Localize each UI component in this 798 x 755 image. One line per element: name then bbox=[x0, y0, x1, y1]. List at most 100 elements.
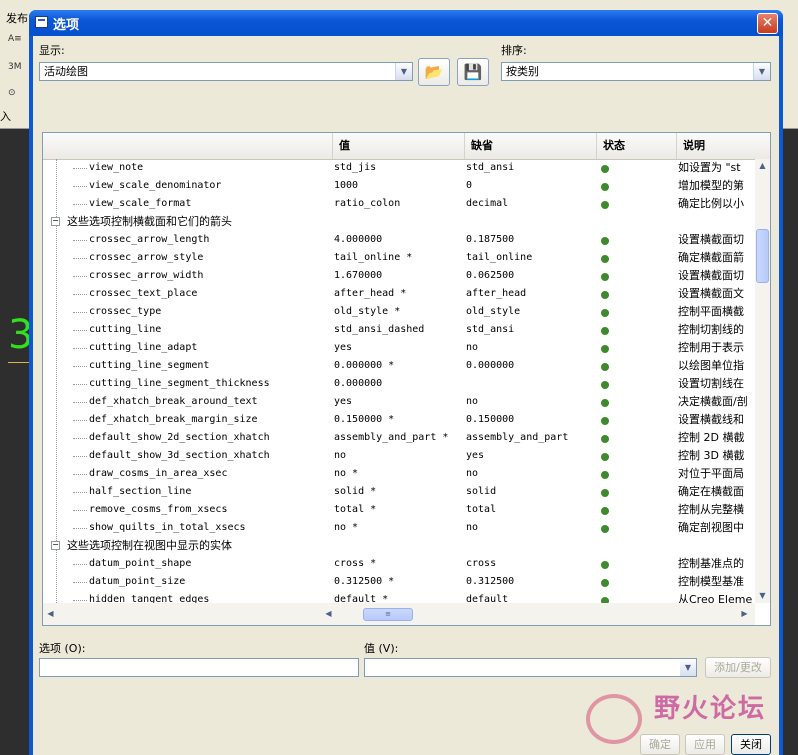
option-value: solid * bbox=[334, 486, 377, 497]
collapse-icon[interactable]: − bbox=[51, 217, 60, 226]
status-dot-icon bbox=[601, 561, 609, 569]
column-header-name[interactable] bbox=[43, 133, 332, 159]
dialog-client: 显示: 活动绘图 ▼ 📂 💾 排序: 按类别 ▼ 值 缺省 状态 说明 view… bbox=[33, 36, 779, 755]
table-row[interactable]: cutting_line_segment_thickness 0.000000 设置… bbox=[43, 375, 755, 393]
tree-branch-line bbox=[73, 348, 87, 349]
option-description: 确定在横截面 bbox=[678, 485, 744, 498]
status-dot-icon bbox=[601, 363, 609, 371]
chevron-down-icon[interactable]: ▼ bbox=[680, 659, 696, 676]
table-row[interactable]: def_xhatch_break_around_text yes no 决定横截面/剖 bbox=[43, 393, 755, 411]
status-dot-icon bbox=[601, 453, 609, 461]
option-description: 以绘图单位指 bbox=[678, 359, 744, 372]
table-group-row[interactable]: − 这些选项控制横截面和它们的箭头 bbox=[43, 213, 755, 231]
vertical-scroll-thumb[interactable] bbox=[756, 229, 769, 283]
tree-branch-line bbox=[73, 438, 87, 439]
table-row[interactable]: datum_point_size 0.312500 * 0.312500 控制模型基准 bbox=[43, 573, 755, 591]
measure-tool-icon[interactable]: 3M bbox=[8, 62, 28, 78]
table-row[interactable]: cutting_line_adapt yes no 控制用于表示 bbox=[43, 339, 755, 357]
column-header-status[interactable]: 状态 bbox=[596, 133, 676, 159]
horizontal-scroll-thumb[interactable]: ≡ bbox=[363, 608, 413, 621]
group-label: 这些选项控制横截面和它们的箭头 bbox=[67, 215, 232, 228]
display-select[interactable]: 活动绘图 ▼ bbox=[39, 62, 413, 81]
option-value: 4.000000 bbox=[334, 234, 383, 245]
column-header-description[interactable]: 说明 bbox=[676, 133, 770, 159]
option-default: no bbox=[466, 396, 479, 407]
table-row[interactable]: view_scale_denominator 1000 0 增加模型的第 bbox=[43, 177, 755, 195]
table-row[interactable]: half_section_line solid * solid 确定在横截面 bbox=[43, 483, 755, 501]
option-value: std_jis bbox=[334, 162, 377, 173]
table-row[interactable]: datum_point_shape cross * cross 控制基准点的 bbox=[43, 555, 755, 573]
chevron-down-icon[interactable]: ▼ bbox=[753, 63, 770, 80]
background-tab-label[interactable]: 发布 bbox=[6, 10, 28, 26]
value-field[interactable]: ▼ bbox=[364, 658, 697, 677]
horizontal-scrollbar[interactable]: ◀ ◀ ≡ ▶ bbox=[43, 603, 755, 625]
table-row[interactable]: crossec_type old_style * old_style 控制平面横截 bbox=[43, 303, 755, 321]
option-default: std_ansi bbox=[466, 162, 515, 173]
chevron-down-icon[interactable]: ▼ bbox=[395, 63, 412, 80]
collapse-icon[interactable]: − bbox=[51, 541, 60, 550]
table-row[interactable]: default_show_2d_section_xhatch assembly_a… bbox=[43, 429, 755, 447]
table-row[interactable]: remove_cosms_from_xsecs total * total 控制从完整… bbox=[43, 501, 755, 519]
table-row[interactable]: def_xhatch_break_margin_size 0.150000 * 0.… bbox=[43, 411, 755, 429]
vertical-scrollbar[interactable]: ▲ ▼ bbox=[755, 159, 770, 603]
option-name: view_scale_denominator bbox=[89, 180, 222, 191]
tree-branch-line bbox=[73, 456, 87, 457]
option-name: half_section_line bbox=[89, 486, 192, 497]
scroll-left-icon[interactable]: ◀ bbox=[321, 607, 336, 621]
dialog-app-icon bbox=[35, 16, 48, 28]
table-row[interactable]: crossec_text_place after_head * after_head… bbox=[43, 285, 755, 303]
option-description: 对位于平面局 bbox=[678, 467, 744, 480]
option-default: 0 bbox=[466, 180, 473, 191]
dialog-titlebar[interactable]: 选项 ✕ bbox=[29, 10, 783, 36]
table-row[interactable]: cutting_line std_ansi_dashed std_ansi 控制切割线… bbox=[43, 321, 755, 339]
save-config-button[interactable]: 💾 bbox=[457, 58, 489, 86]
option-value: no * bbox=[334, 522, 359, 533]
column-header-default[interactable]: 缺省 bbox=[464, 133, 596, 159]
table-row[interactable]: default_show_3d_section_xhatch no yes 控制 3D… bbox=[43, 447, 755, 465]
table-row[interactable]: cutting_line_segment 0.000000 * 0.000000 以绘… bbox=[43, 357, 755, 375]
table-row[interactable]: crossec_arrow_width 1.670000 0.062500 设置横截面… bbox=[43, 267, 755, 285]
option-value: 0.150000 * bbox=[334, 414, 395, 425]
option-default: 0.187500 bbox=[466, 234, 515, 245]
table-row[interactable]: view_scale_format ratio_colon decimal 确定比例以… bbox=[43, 195, 755, 213]
table-row[interactable]: view_note std_jis std_ansi 如设置为 "st bbox=[43, 159, 755, 177]
option-description: 从Creo Eleme bbox=[678, 593, 753, 603]
sort-select[interactable]: 按类别 ▼ bbox=[501, 62, 771, 81]
annotation-tool-icon[interactable]: ⊙ bbox=[8, 88, 28, 104]
option-default: solid bbox=[466, 486, 497, 497]
tree-branch-line bbox=[73, 384, 87, 385]
option-name: crossec_arrow_style bbox=[89, 252, 204, 263]
table-row[interactable]: crossec_arrow_style tail_online * tail_onl… bbox=[43, 249, 755, 267]
option-description: 设置切割线在 bbox=[678, 377, 744, 390]
table-row[interactable]: show_quilts_in_total_xsecs no * no 确定剖视图中 bbox=[43, 519, 755, 537]
table-group-row[interactable]: − 这些选项控制在视图中显示的实体 bbox=[43, 537, 755, 555]
ok-button[interactable]: 确定 bbox=[640, 734, 680, 755]
scroll-up-icon[interactable]: ▲ bbox=[755, 159, 770, 173]
table-row[interactable]: draw_cosms_in_area_xsec no * no 对位于平面局 bbox=[43, 465, 755, 483]
option-description: 确定剖视图中 bbox=[678, 521, 744, 534]
status-dot-icon bbox=[601, 471, 609, 479]
apply-button[interactable]: 应用 bbox=[685, 734, 725, 755]
open-config-button[interactable]: 📂 bbox=[418, 58, 450, 86]
option-field[interactable] bbox=[39, 658, 359, 677]
table-row[interactable]: hidden_tangent_edges default * default 从Cre… bbox=[43, 591, 755, 603]
option-value: no bbox=[334, 450, 347, 461]
background-line bbox=[8, 362, 30, 363]
text-tool-icon[interactable]: A≡ bbox=[8, 34, 28, 50]
option-default: 0.312500 bbox=[466, 576, 515, 587]
option-default: old_style bbox=[466, 306, 521, 317]
tree-branch-line bbox=[73, 204, 87, 205]
status-dot-icon bbox=[601, 255, 609, 263]
scroll-left-icon[interactable]: ◀ bbox=[43, 607, 58, 621]
option-default: tail_online bbox=[466, 252, 533, 263]
close-icon[interactable]: ✕ bbox=[757, 13, 778, 34]
status-dot-icon bbox=[601, 309, 609, 317]
table-row[interactable]: crossec_arrow_length 4.000000 0.187500 设置横截… bbox=[43, 231, 755, 249]
column-header-value[interactable]: 值 bbox=[332, 133, 464, 159]
option-description: 控制用于表示 bbox=[678, 341, 744, 354]
option-value: assembly_and_part * bbox=[334, 432, 449, 443]
close-button[interactable]: 关闭 bbox=[731, 734, 771, 755]
scroll-right-icon[interactable]: ▶ bbox=[737, 607, 752, 621]
add-change-button[interactable]: 添加/更改 bbox=[705, 657, 771, 678]
scroll-down-icon[interactable]: ▼ bbox=[755, 589, 770, 603]
